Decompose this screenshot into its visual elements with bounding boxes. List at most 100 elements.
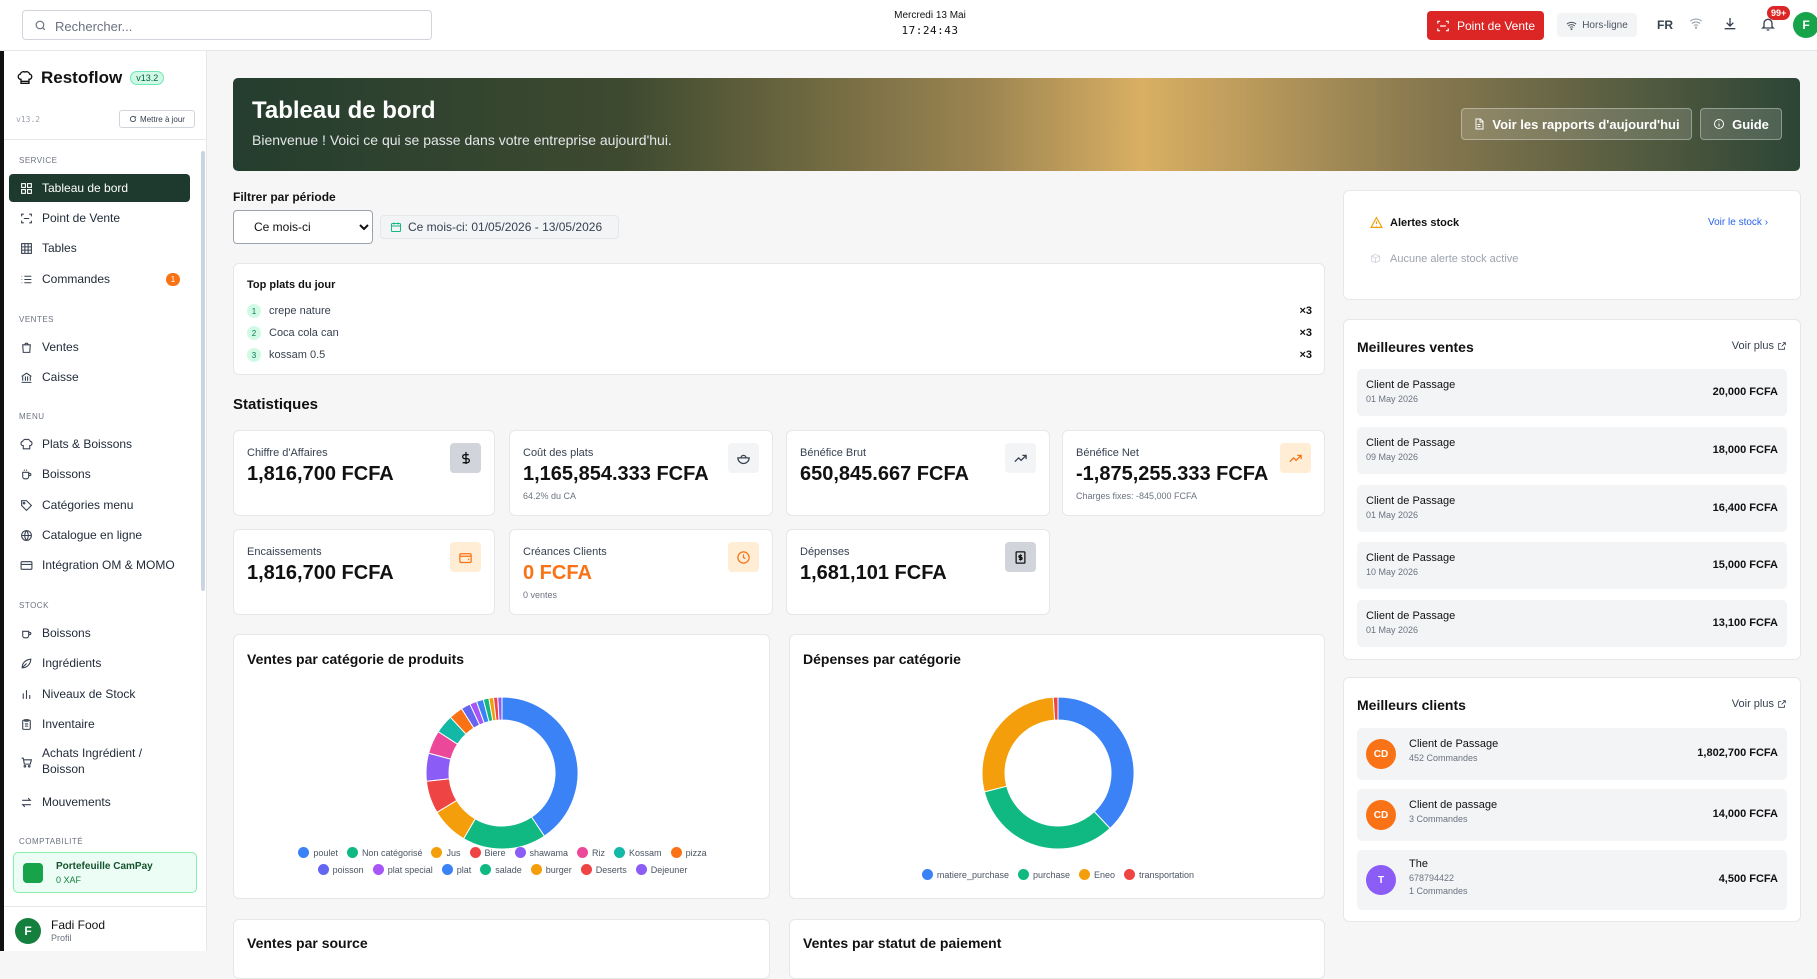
sidebar-item-purchases[interactable]: Achats Ingrédient / Boisson — [9, 742, 190, 782]
legend-item[interactable]: plat special — [372, 864, 433, 875]
sidebar-item-menu-categories[interactable]: Catégories menu — [9, 491, 190, 519]
table-row[interactable]: CD Client de Passage 452 Commandes 1,802… — [1357, 728, 1787, 780]
legend-swatch — [431, 847, 443, 858]
sidebar-item-stock-drinks[interactable]: Boissons — [9, 619, 190, 647]
profile-role: Profil — [51, 933, 72, 943]
point-of-sale-button[interactable]: Point de Vente — [1427, 11, 1544, 40]
donut-slice-poulet[interactable] — [501, 696, 579, 837]
donut-slice-matiere-purchase[interactable] — [1057, 696, 1135, 830]
guide-button[interactable]: Guide — [1700, 108, 1782, 140]
sale-amount: 20,000 FCFA — [1712, 386, 1778, 398]
campay-wallet[interactable]: Portefeuille CamPay 0 XAF — [13, 852, 197, 893]
sidebar-item-online-catalog[interactable]: Catalogue en ligne — [9, 521, 190, 549]
sale-client: Client de Passage — [1366, 437, 1456, 449]
sale-amount: 15,000 FCFA — [1712, 559, 1778, 571]
period-filter-label: Filtrer par période — [233, 190, 336, 204]
best-clients-more-link[interactable]: Voir plus — [1732, 698, 1787, 710]
point-of-sale-label: Point de Vente — [1456, 18, 1536, 33]
table-row[interactable]: Client de Passage 09 May 2026 18,000 FCFA — [1357, 427, 1787, 474]
legend-item[interactable]: Non catégorisé — [346, 847, 422, 858]
sidebar-item-stock-levels[interactable]: Niveaux de Stock — [9, 680, 190, 708]
sidebar-item-movements[interactable]: Mouvements — [9, 788, 190, 816]
legend-label: poisson — [332, 864, 364, 875]
sidebar-item-dishes-drinks[interactable]: Plats & Boissons — [9, 430, 190, 458]
sidebar-item-tables[interactable]: Tables — [9, 234, 190, 262]
legend-label: burger — [545, 864, 572, 875]
sidebar-item-drinks[interactable]: Boissons — [9, 460, 190, 488]
best-sales-more-link[interactable]: Voir plus — [1732, 340, 1787, 352]
search-box[interactable] — [22, 10, 432, 40]
legend-swatch — [921, 869, 933, 880]
legend-item[interactable]: transportation — [1124, 869, 1194, 880]
table-row[interactable]: T The 678794422 1 Commandes 4,500 FCFA — [1357, 850, 1787, 910]
legend-swatch — [530, 864, 542, 875]
sidebar-item-dashboard[interactable]: Tableau de bord — [9, 174, 190, 202]
list-item: 1 crepe nature ×3 — [247, 301, 1312, 321]
warning-icon — [1370, 216, 1383, 228]
user-avatar[interactable]: F — [1793, 12, 1817, 38]
wifi-icon[interactable] — [1689, 16, 1703, 30]
list-item: 3 kossam 0.5 ×3 — [247, 345, 1312, 365]
chart-title: Ventes par catégorie de produits — [247, 651, 465, 667]
shopping-bag-icon — [22, 342, 31, 353]
legend-label: Jus — [446, 847, 461, 858]
expenses-by-category-donut — [981, 696, 1135, 850]
todays-reports-button[interactable]: Voir les rapports d'aujourd'hui — [1461, 108, 1692, 140]
sidebar-item-point-of-sale[interactable]: Point de Vente — [9, 204, 190, 232]
legend-item[interactable]: Kossam — [614, 847, 662, 858]
current-time: 17:24:43 — [901, 24, 959, 37]
legend-swatch — [469, 847, 481, 858]
table-row[interactable]: Client de Passage 01 May 2026 20,000 FCFA — [1357, 369, 1787, 416]
legend-item[interactable]: poisson — [317, 864, 364, 875]
current-date: Mercredi 13 Mai — [894, 10, 966, 21]
table-row[interactable]: CD Client de passage 3 Commandes 14,000 … — [1357, 789, 1787, 841]
legend-item[interactable]: pizza — [670, 847, 707, 858]
legend-item[interactable]: burger — [530, 864, 572, 875]
sidebar-item-inventory[interactable]: Inventaire — [9, 710, 190, 738]
sales-by-category-card: Ventes par catégorie de produits poulet N… — [233, 634, 770, 899]
search-input[interactable] — [55, 17, 415, 35]
legend-label: matiere_purchase — [936, 869, 1009, 880]
download-icon[interactable] — [1722, 16, 1738, 32]
sidebar-item-ingredients[interactable]: Ingrédients — [9, 649, 190, 677]
sidebar-item-label: Tableau de bord — [42, 181, 129, 195]
legend-item[interactable]: plat — [441, 864, 471, 875]
stat-label: Bénéfice Net — [1076, 447, 1139, 459]
legend-item[interactable]: salade — [480, 864, 522, 875]
donut-slice-dejeuner[interactable] — [497, 696, 503, 721]
profile-section[interactable]: F Fadi Food Profil — [4, 906, 206, 951]
sidebar-scrollbar[interactable] — [201, 151, 205, 591]
legend-item[interactable]: matiere_purchase — [921, 869, 1009, 880]
sidebar-item-sales[interactable]: Ventes — [9, 333, 190, 361]
table-row[interactable]: Client de Passage 01 May 2026 16,400 FCFA — [1357, 485, 1787, 532]
legend-item[interactable]: Riz — [577, 847, 605, 858]
view-stock-link[interactable]: Voir le stock › — [1708, 217, 1768, 228]
table-row[interactable]: Client de Passage 01 May 2026 13,100 FCFA — [1357, 600, 1787, 647]
donut-slice-non-cat-goris-[interactable] — [462, 816, 546, 850]
sidebar-item-label: Ventes — [42, 340, 79, 354]
legend-swatch — [441, 864, 453, 875]
sidebar-item-orders[interactable]: Commandes 1 — [9, 265, 190, 293]
info-icon — [1714, 119, 1725, 129]
period-select[interactable]: Ce mois-ci — [233, 210, 373, 244]
dashboard-banner: Tableau de bord Bienvenue ! Voici ce qui… — [233, 78, 1800, 171]
chart-title: Dépenses par catégorie — [803, 651, 961, 667]
legend-item[interactable]: purchase — [1017, 869, 1070, 880]
legend-item[interactable]: Eneo — [1079, 869, 1115, 880]
legend-item[interactable]: shawama — [514, 847, 568, 858]
donut-slice-purchase[interactable] — [983, 785, 1111, 850]
stat-label: Chiffre d'Affaires — [247, 447, 328, 459]
sidebar-item-om-momo[interactable]: Intégration OM & MOMO — [9, 551, 190, 579]
legend-item[interactable]: Jus — [431, 847, 461, 858]
legend-item[interactable]: Deserts — [580, 864, 627, 875]
legend-item[interactable]: Dejeuner — [635, 864, 687, 875]
legend-item[interactable]: Biere — [469, 847, 506, 858]
notification-count-badge: 99+ — [1767, 6, 1791, 20]
language-switch[interactable]: FR — [1657, 18, 1673, 32]
update-button[interactable]: Mettre à jour — [119, 110, 195, 128]
table-row[interactable]: Client de Passage 10 May 2026 15,000 FCFA — [1357, 542, 1787, 589]
legend-item[interactable]: poulet — [298, 847, 338, 858]
donut-slice-eneo[interactable] — [981, 696, 1056, 793]
dish-quantity: ×3 — [1299, 327, 1312, 339]
sidebar-item-cash-register[interactable]: Caisse — [9, 363, 190, 391]
